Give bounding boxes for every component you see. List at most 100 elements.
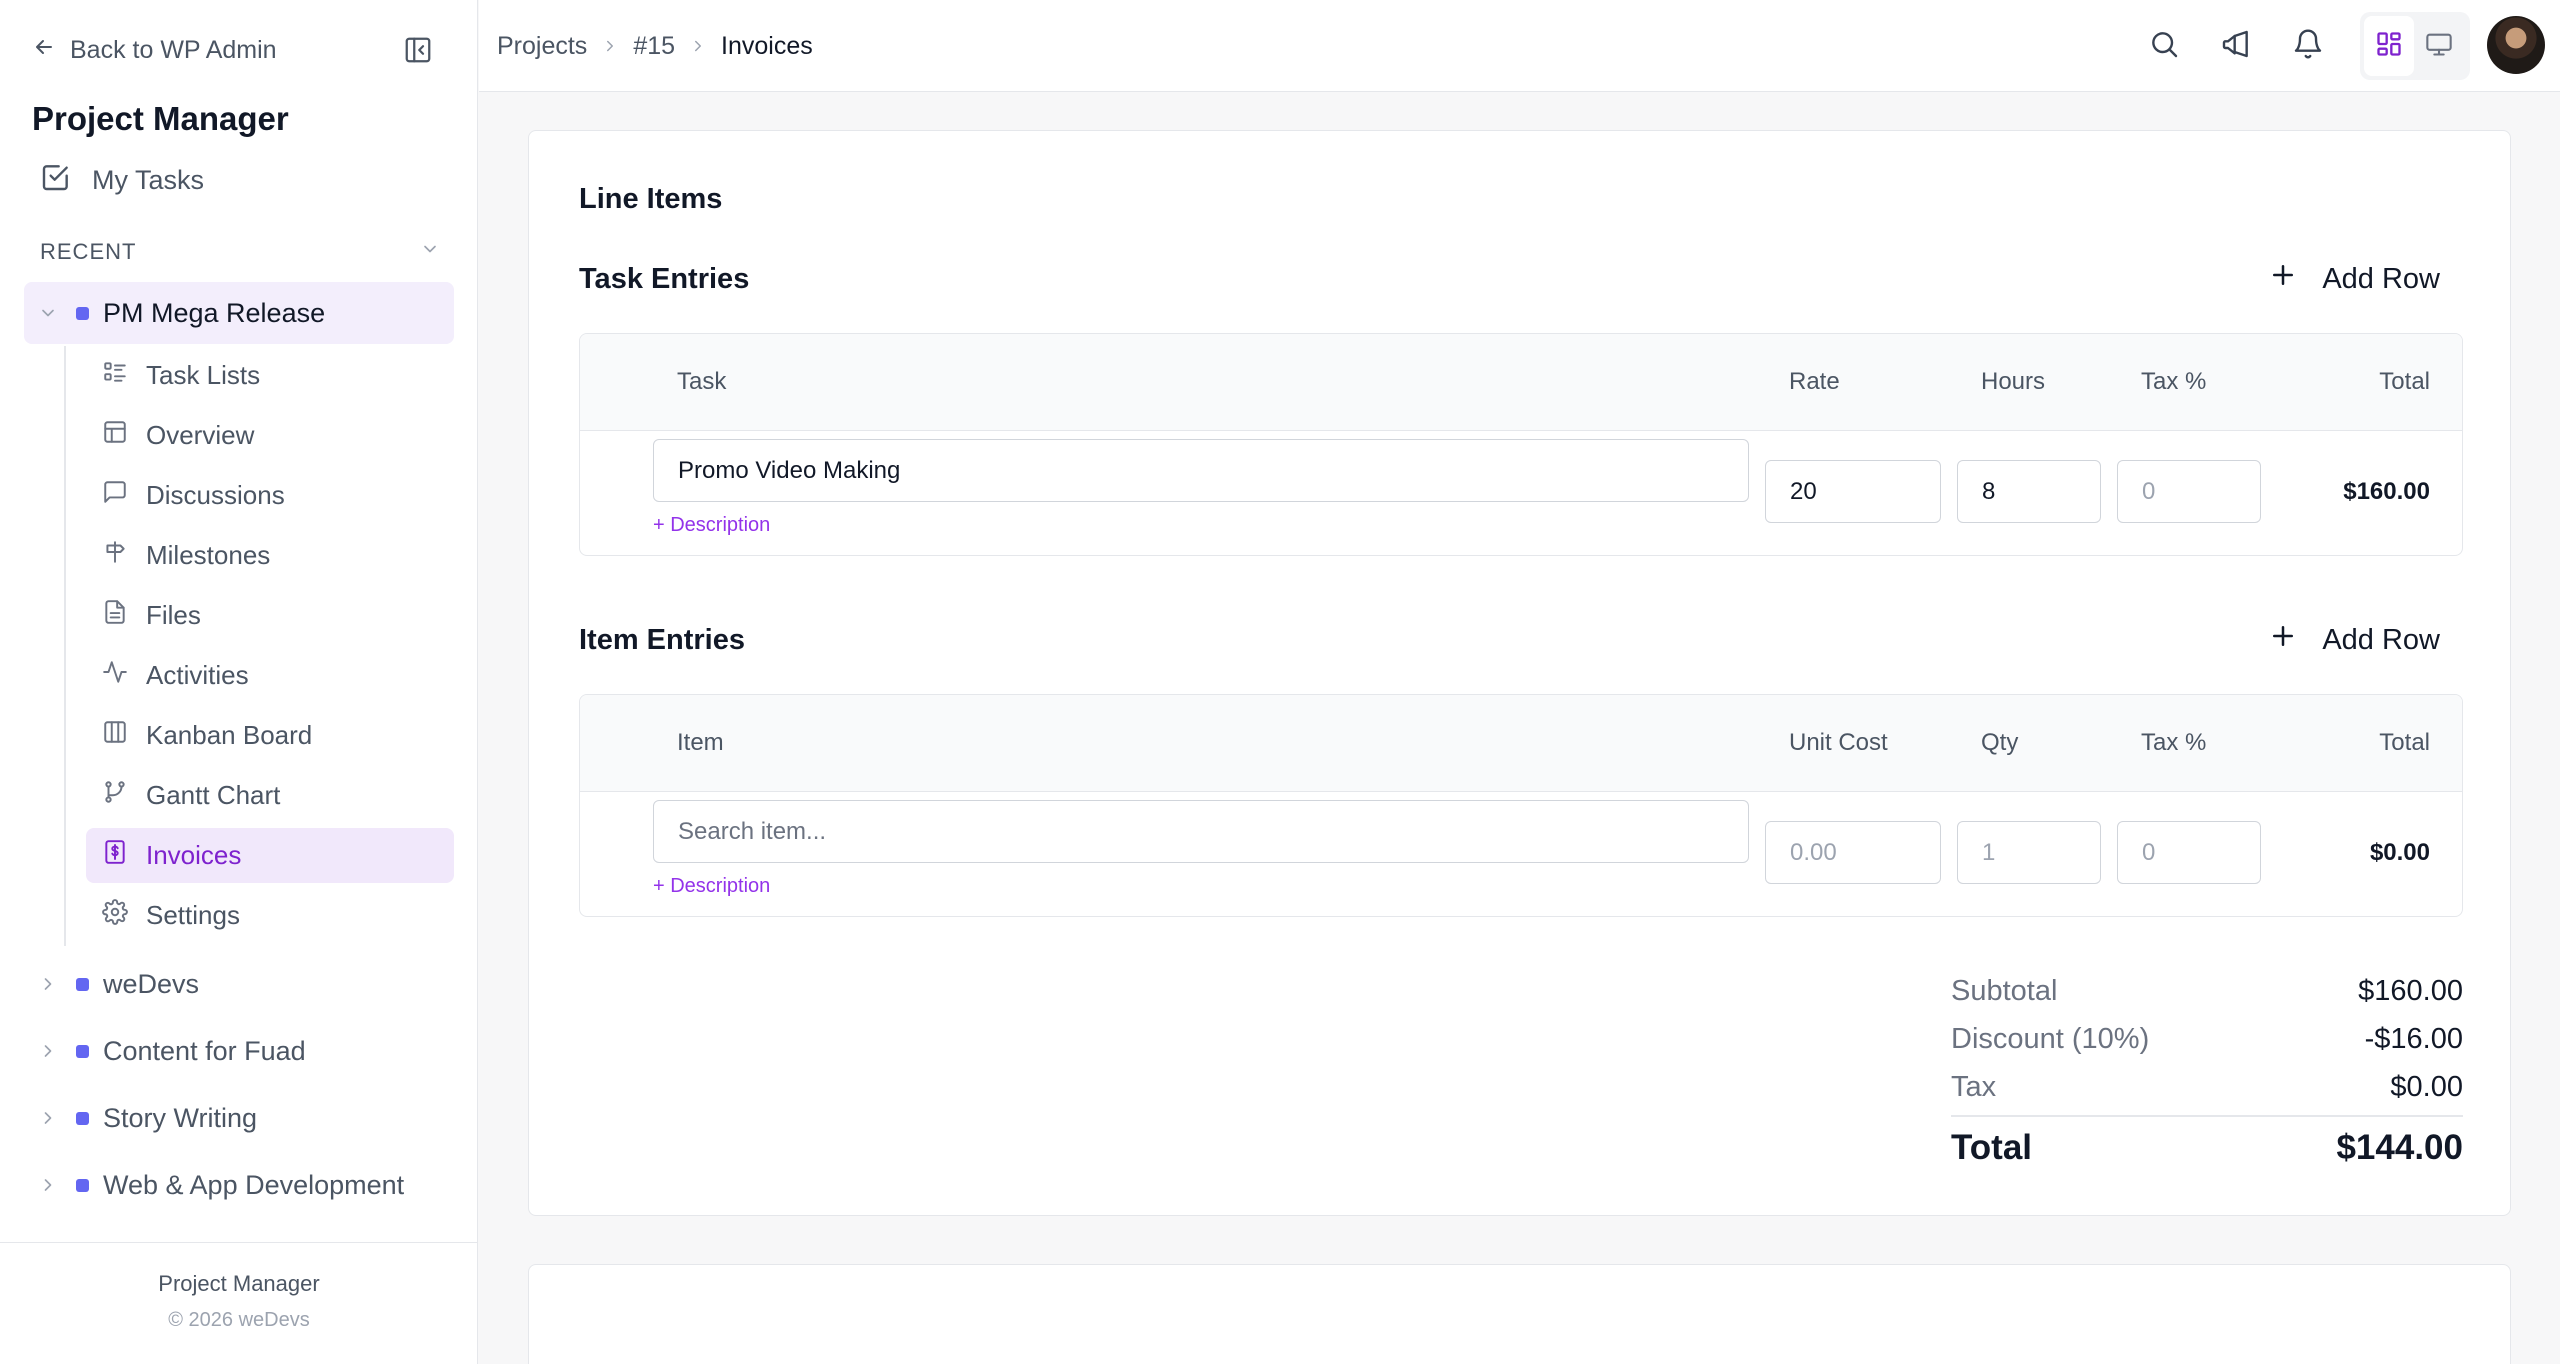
sidebar-footer: Project Manager © 2026 weDevs <box>0 1242 478 1364</box>
sidebar-collapse-icon <box>403 35 433 70</box>
task-entries-table: Task Rate Hours Tax % Total Promo Video … <box>579 333 2463 556</box>
collapse-sidebar-button[interactable] <box>402 36 434 68</box>
add-description-link[interactable]: + Description <box>653 514 770 537</box>
subnav-item-invoices[interactable]: Invoices <box>86 828 454 883</box>
project-item-wedevs[interactable]: weDevs <box>24 958 454 1010</box>
qty-input[interactable]: 1 <box>1957 821 2101 884</box>
breadcrumb-projects[interactable]: Projects <box>497 32 587 61</box>
subnav-item-files[interactable]: Files <box>86 588 454 643</box>
subnav-item-milestones[interactable]: Milestones <box>86 528 454 583</box>
tax-input[interactable]: 0 <box>2117 460 2261 523</box>
line-items-title: Line Items <box>579 183 723 215</box>
footer-copyright: © 2026 weDevs <box>168 1309 310 1331</box>
chevron-right-icon <box>601 37 619 55</box>
subnav-item-settings[interactable]: Settings <box>86 888 454 943</box>
chevron-down-icon <box>38 303 70 323</box>
branch-icon <box>102 779 128 812</box>
totals-divider <box>1951 1115 2463 1117</box>
item-entries-title: Item Entries <box>579 624 745 656</box>
breadcrumb-project-id[interactable]: #15 <box>633 32 675 61</box>
activity-icon <box>102 659 128 692</box>
column-total: Total <box>2379 729 2430 756</box>
tax-label: Tax <box>1951 1070 1997 1103</box>
project-subnav: Task Lists Overview Discussions Mileston… <box>86 348 454 948</box>
subnav-label: Milestones <box>146 540 271 570</box>
message-icon <box>102 479 128 512</box>
add-row-label: Add Row <box>2322 623 2440 656</box>
tree-connector-line <box>64 346 66 946</box>
subnav-item-task-lists[interactable]: Task Lists <box>86 348 454 403</box>
notifications-button[interactable] <box>2288 26 2328 66</box>
project-name: Content for Fuad <box>103 1035 306 1066</box>
user-avatar[interactable] <box>2487 16 2545 74</box>
subnav-item-gantt-chart[interactable]: Gantt Chart <box>86 768 454 823</box>
plus-icon <box>2268 621 2298 659</box>
column-hours: Hours <box>1981 368 2046 395</box>
subnav-label: Gantt Chart <box>146 780 281 810</box>
project-name: Web & App Development <box>103 1169 405 1200</box>
recent-section-toggle[interactable]: RECENT <box>40 236 440 268</box>
desktop-view-button[interactable] <box>2414 16 2464 76</box>
task-entries-header: Task Rate Hours Tax % Total <box>580 334 2462 431</box>
rate-input[interactable]: 20 <box>1765 460 1941 523</box>
subtotal-label: Subtotal <box>1951 974 2058 1007</box>
announcements-button[interactable] <box>2216 26 2256 66</box>
unit-cost-input[interactable]: 0.00 <box>1765 821 1941 884</box>
footer-app-name: Project Manager <box>158 1271 320 1296</box>
grid-icon <box>2375 30 2403 63</box>
search-button[interactable] <box>2144 26 2184 66</box>
project-color-dot <box>76 977 89 991</box>
project-name: Story Writing <box>103 1102 258 1133</box>
chevron-right-icon <box>38 1041 70 1061</box>
app-title: Project Manager <box>32 100 289 137</box>
subtotal-value: $160.00 <box>2358 974 2463 1007</box>
project-item-pm-mega-release[interactable]: PM Mega Release <box>24 282 454 344</box>
subnav-label: Activities <box>146 660 249 690</box>
chevron-right-icon <box>38 1108 70 1128</box>
add-item-row-button[interactable]: Add Row <box>2268 618 2440 662</box>
discount-row: Discount (10%) -$16.00 <box>1951 1015 2463 1063</box>
dashboard-view-button[interactable] <box>2364 16 2414 76</box>
item-row-total: $0.00 <box>2369 839 2430 866</box>
subnav-item-overview[interactable]: Overview <box>86 408 454 463</box>
project-color-dot <box>76 306 89 320</box>
subnav-label: Settings <box>146 900 240 930</box>
task-name-input[interactable]: Promo Video Making <box>653 439 1749 502</box>
subnav-label: Files <box>146 600 201 630</box>
arrow-left-icon <box>32 35 56 66</box>
subnav-item-discussions[interactable]: Discussions <box>86 468 454 523</box>
subnav-label: Task Lists <box>146 360 261 390</box>
task-entries-title: Task Entries <box>579 263 750 295</box>
tax-row: Tax $0.00 <box>1951 1063 2463 1111</box>
item-row: Search item... + Description 0.00 1 0 $0… <box>580 792 2462 916</box>
columns-icon <box>102 719 128 752</box>
tax-input[interactable]: 0 <box>2117 821 2261 884</box>
subnav-item-activities[interactable]: Activities <box>86 648 454 703</box>
column-tax: Tax % <box>2141 729 2207 756</box>
project-item-content-for-fuad[interactable]: Content for Fuad <box>24 1025 454 1077</box>
task-row: Promo Video Making + Description 20 8 0 … <box>580 431 2462 555</box>
project-item-story-writing[interactable]: Story Writing <box>24 1092 454 1144</box>
item-search-input[interactable]: Search item... <box>653 800 1749 863</box>
subnav-item-kanban-board[interactable]: Kanban Board <box>86 708 454 763</box>
add-task-row-button[interactable]: Add Row <box>2268 257 2440 301</box>
recent-label: RECENT <box>40 239 137 264</box>
column-tax: Tax % <box>2141 368 2207 395</box>
signpost-icon <box>102 539 128 572</box>
discount-value: -$16.00 <box>2364 1022 2463 1055</box>
item-entries-header: Item Unit Cost Qty Tax % Total <box>580 695 2462 792</box>
project-item-web-app-development[interactable]: Web & App Development <box>24 1159 454 1211</box>
tax-value: $0.00 <box>2390 1070 2463 1103</box>
subnav-label: Overview <box>146 420 255 450</box>
back-link-label: Back to WP Admin <box>70 35 277 64</box>
task-row-total: $160.00 <box>2343 478 2430 505</box>
chevron-down-icon <box>420 239 440 265</box>
chevron-right-icon <box>38 1175 70 1195</box>
hours-input[interactable]: 8 <box>1957 460 2101 523</box>
invoice-totals: Subtotal $160.00 Discount (10%) -$16.00 … <box>1951 967 2463 1173</box>
add-description-link[interactable]: + Description <box>653 875 770 898</box>
gear-icon <box>102 899 128 932</box>
back-to-wp-admin-link[interactable]: Back to WP Admin <box>32 32 277 68</box>
column-item: Item <box>677 729 724 756</box>
my-tasks-link[interactable]: My Tasks <box>40 160 204 200</box>
